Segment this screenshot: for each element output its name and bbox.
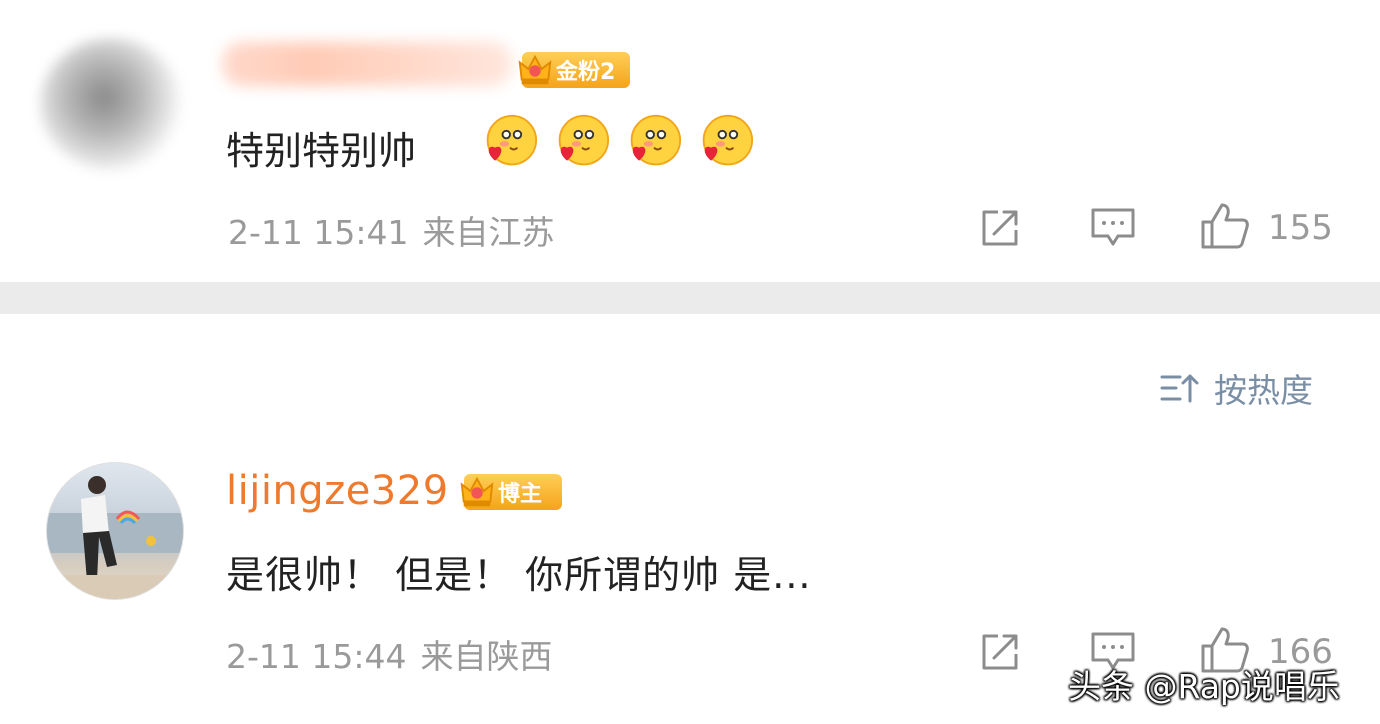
comment-icon[interactable] bbox=[1090, 206, 1136, 250]
section-divider bbox=[0, 282, 1380, 314]
avatar[interactable] bbox=[40, 38, 182, 170]
avatar[interactable] bbox=[46, 462, 184, 600]
timestamp: 2-11 15:44 bbox=[226, 637, 407, 676]
avatar-photo-icon bbox=[47, 476, 183, 599]
share-icon[interactable] bbox=[978, 206, 1022, 250]
heart-face-emoji-icon bbox=[702, 114, 754, 166]
comment-text: 特别特别帅 bbox=[226, 129, 417, 173]
heart-face-emoji-icon bbox=[630, 114, 682, 166]
heart-face-emoji-icon bbox=[486, 114, 538, 166]
sort-icon bbox=[1160, 374, 1199, 403]
timestamp: 2-11 15:41 bbox=[228, 213, 409, 252]
like-count: 155 bbox=[1268, 208, 1333, 248]
host-badge[interactable]: 博主 bbox=[460, 474, 562, 510]
comment-meta: 2-11 15:44 来自陕西 bbox=[226, 630, 553, 678]
badge-label: 金粉2 bbox=[556, 60, 616, 85]
location: 来自江苏 bbox=[422, 213, 555, 252]
fan-badge[interactable]: 金粉2 bbox=[518, 52, 630, 88]
username-blurred[interactable] bbox=[222, 42, 512, 86]
comment-card-1: 金粉2 特别特别帅 2-11 15:41 来自江苏 155 bbox=[0, 0, 1380, 282]
crown-icon bbox=[518, 54, 552, 85]
sort-button[interactable]: 按热度 bbox=[1160, 364, 1313, 412]
username[interactable]: lijingze329 bbox=[226, 468, 449, 514]
badge-label: 博主 bbox=[498, 482, 543, 507]
heart-face-emoji-icon bbox=[558, 114, 610, 166]
sort-label: 按热度 bbox=[1214, 371, 1313, 410]
emoji-row bbox=[482, 114, 754, 170]
thumbs-up-icon[interactable] bbox=[1200, 202, 1250, 250]
watermark: 头条 @Rap说唱乐 bbox=[1068, 667, 1340, 706]
comment-meta: 2-11 15:41 来自江苏 bbox=[228, 206, 555, 254]
share-icon[interactable] bbox=[978, 630, 1022, 674]
crown-icon bbox=[460, 476, 494, 507]
location: 来自陕西 bbox=[420, 637, 553, 676]
comment-text: 是很帅！ 但是！ 你所谓的帅 是... bbox=[226, 553, 812, 597]
